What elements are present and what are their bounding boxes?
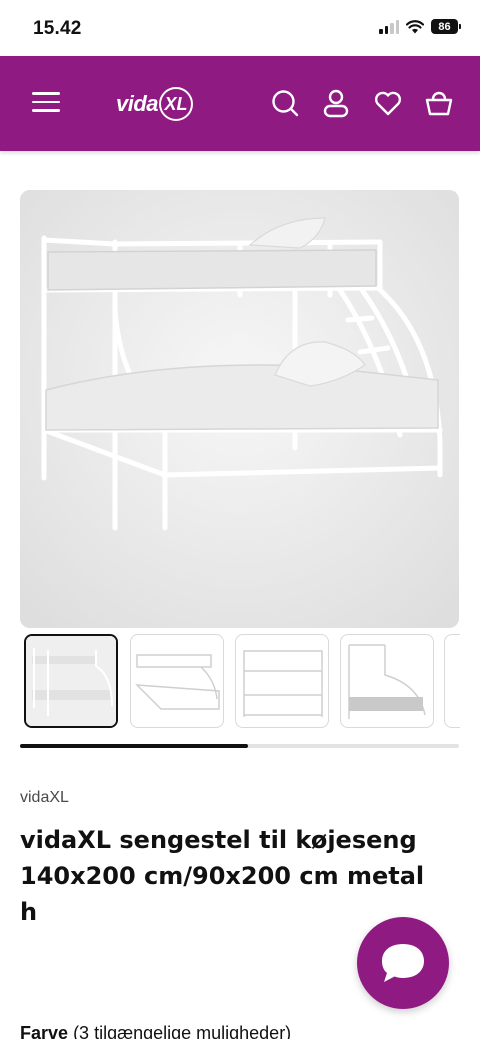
account-icon[interactable]	[321, 88, 351, 118]
product-title: vidaXL sengestel til køjeseng 140x200 cm…	[20, 826, 425, 926]
thumbnail-image	[348, 644, 426, 719]
thumbnail[interactable]	[340, 634, 434, 728]
basket-icon[interactable]	[424, 88, 454, 118]
wifi-icon	[406, 19, 424, 33]
status-icons: 86	[379, 19, 461, 34]
status-bar: 15.42 86	[0, 0, 480, 56]
chat-button[interactable]	[357, 917, 449, 1009]
color-label: Farve	[20, 1023, 69, 1039]
color-selector-label[interactable]: Farve (3 tilgængelige muligheder)	[20, 1023, 291, 1039]
logo-text: vida	[116, 91, 159, 116]
logo-badge: XL	[159, 87, 194, 121]
thumbnail-image	[26, 636, 116, 726]
battery-icon: 86	[431, 19, 461, 34]
thumbnail-image	[243, 650, 323, 717]
thumbnail-strip	[24, 634, 460, 728]
thumbnail[interactable]	[235, 634, 329, 728]
thumbnail[interactable]	[130, 634, 224, 728]
thumbnail[interactable]	[24, 634, 118, 728]
menu-icon[interactable]	[32, 92, 60, 114]
color-options-count: (3 tilgængelige muligheder)	[73, 1023, 292, 1039]
search-icon[interactable]	[270, 88, 300, 118]
thumbnail[interactable]	[444, 634, 460, 728]
gallery-scrollbar[interactable]	[20, 744, 459, 748]
vidaxl-logo[interactable]: vida XL	[116, 84, 194, 124]
thumbnail-image	[135, 654, 220, 710]
status-time: 15.42	[33, 18, 82, 39]
signal-icon	[379, 19, 399, 34]
product-brand[interactable]: vidaXL	[20, 789, 69, 807]
bunk-bed-image	[20, 190, 459, 628]
wishlist-icon[interactable]	[373, 88, 403, 118]
chat-bubble-icon	[382, 944, 424, 982]
gallery-scroll-thumb[interactable]	[20, 744, 249, 748]
site-header: vida XL	[0, 56, 480, 151]
product-main-image[interactable]	[20, 190, 459, 628]
